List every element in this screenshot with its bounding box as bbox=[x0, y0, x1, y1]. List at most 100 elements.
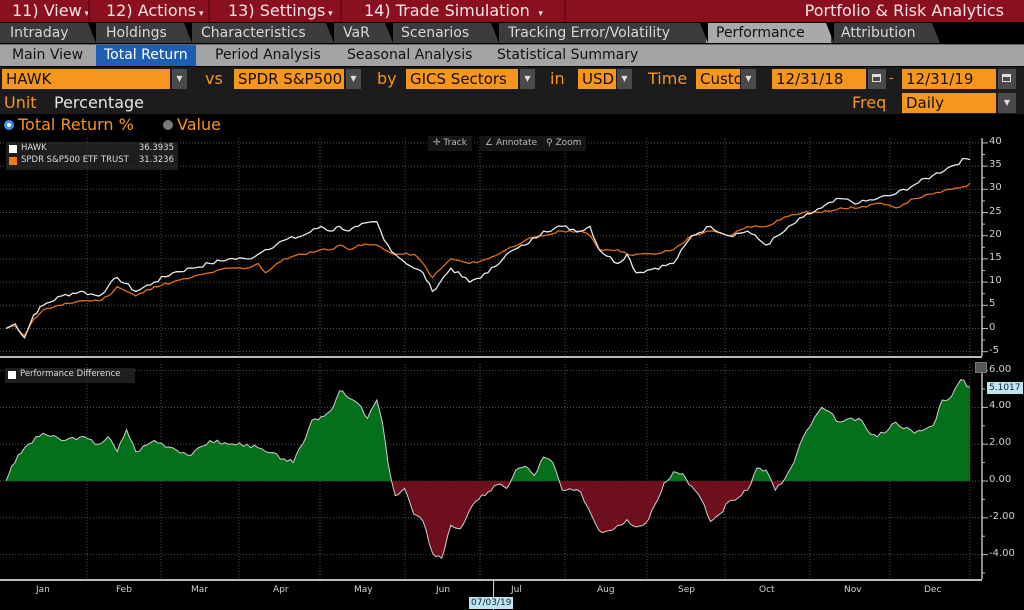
zoom-button[interactable]: ⚲ Zoom bbox=[541, 136, 587, 151]
portfolio-dropdown-button[interactable]: ▼ bbox=[172, 69, 187, 89]
spdr-legend-swatch bbox=[9, 157, 17, 165]
track-button[interactable]: ✛ Track bbox=[428, 136, 472, 151]
menu-separator bbox=[564, 0, 566, 22]
y-tick-label: 20 bbox=[989, 228, 1002, 240]
currency-dropdown-button[interactable]: ▼ bbox=[617, 69, 632, 89]
crosshair-icon: ✛ bbox=[433, 138, 444, 148]
freq-field[interactable]: Daily bbox=[902, 93, 996, 113]
date-range-separator: - bbox=[889, 71, 894, 86]
tab-bar: Intraday Holdings Characteristics VaR Sc… bbox=[0, 22, 1024, 43]
parameter-bar-2: Unit Percentage Freq Daily ▼ bbox=[0, 92, 1024, 114]
tab-performance[interactable]: Performance bbox=[706, 23, 831, 43]
bottom-chart-legend: Performance Difference bbox=[5, 368, 135, 383]
time-mode-field[interactable]: Custo bbox=[696, 69, 743, 89]
tab-divider bbox=[491, 23, 499, 43]
subtab-period-analysis[interactable]: Period Analysis bbox=[207, 45, 329, 66]
freq-dropdown-button[interactable]: ▼ bbox=[998, 93, 1016, 113]
y-tick-label: 5 bbox=[989, 298, 996, 310]
subtab-total-return[interactable]: Total Return bbox=[96, 45, 196, 66]
y-tick-label: 6.00 bbox=[989, 363, 1012, 375]
zoom-label: Zoom bbox=[555, 138, 582, 148]
unit-value[interactable]: Percentage bbox=[54, 92, 144, 114]
radio-total-return[interactable] bbox=[4, 120, 14, 130]
subtab-bar: Main View Total Return Period Analysis S… bbox=[0, 44, 1024, 66]
y-tick-label: 15 bbox=[989, 251, 1002, 263]
time-mode-dropdown-button[interactable]: ▼ bbox=[741, 69, 756, 89]
tab-scenarios[interactable]: Scenarios bbox=[391, 23, 498, 43]
menu-actions[interactable]: 12) Actions ▾ bbox=[106, 0, 204, 22]
menu-trade-simulation[interactable]: 14) Trade Simulation ▾ bbox=[364, 0, 543, 22]
y-tick-label: 4.00 bbox=[989, 400, 1012, 412]
radio-value[interactable] bbox=[163, 120, 173, 130]
pencil-icon: ∠ bbox=[485, 138, 496, 148]
hawk-legend-label: HAWK bbox=[21, 143, 47, 153]
value-option-label[interactable]: Value bbox=[177, 114, 221, 136]
top-chart-grid bbox=[0, 138, 982, 356]
tab-attribution[interactable]: Attribution bbox=[831, 23, 939, 43]
subtab-statistical-summary[interactable]: Statistical Summary bbox=[489, 45, 646, 66]
time-label: Time bbox=[648, 69, 688, 88]
subtab-main-view[interactable]: Main View bbox=[4, 45, 91, 66]
x-tick-label: Jun bbox=[436, 585, 451, 595]
menu-view-label: 11) View bbox=[12, 1, 82, 20]
y-tick-label: -2.00 bbox=[989, 510, 1015, 522]
app-title: Portfolio & Risk Analytics bbox=[804, 1, 1004, 20]
x-tick-label: Jan bbox=[36, 585, 50, 595]
cursor-date-tag: 07/03/19 bbox=[469, 597, 514, 609]
tab-divider bbox=[826, 23, 834, 43]
performance-difference-swatch bbox=[8, 371, 16, 379]
grouping-dropdown-button[interactable]: ▼ bbox=[520, 69, 535, 89]
tab-holdings[interactable]: Holdings bbox=[96, 23, 191, 43]
view-option-group: Total Return % Value bbox=[0, 114, 1024, 136]
menu-actions-label: 12) Actions bbox=[106, 1, 197, 20]
benchmark-field[interactable]: SPDR S&P500 bbox=[234, 69, 344, 89]
menu-view[interactable]: 11) View ▾ bbox=[12, 0, 89, 22]
y-tick-label: 0 bbox=[989, 321, 996, 333]
tab-tracking-error[interactable]: Tracking Error/Volatility bbox=[498, 23, 706, 43]
chart-area[interactable] bbox=[0, 136, 1024, 610]
x-tick-label: Sep bbox=[678, 585, 695, 595]
menu-settings[interactable]: 13) Settings ▾ bbox=[228, 0, 333, 22]
in-label: in bbox=[550, 69, 565, 88]
x-tick-label: May bbox=[354, 585, 373, 595]
performance-difference-positive-area bbox=[6, 379, 970, 481]
menu-separator bbox=[88, 0, 90, 22]
benchmark-dropdown-button[interactable]: ▼ bbox=[346, 69, 361, 89]
menu-trade-simulation-label: 14) Trade Simulation bbox=[364, 1, 530, 20]
y-tick-label: 40 bbox=[989, 135, 1002, 147]
start-date-calendar-icon[interactable] bbox=[868, 69, 886, 89]
menu-bar: 11) View ▾ 12) Actions ▾ 13) Settings ▾ … bbox=[0, 0, 1024, 22]
vs-label: vs bbox=[205, 69, 223, 88]
end-date-calendar-icon[interactable] bbox=[998, 69, 1016, 89]
x-tick-label: Oct bbox=[759, 585, 775, 595]
unit-label: Unit bbox=[4, 93, 37, 112]
tab-divider bbox=[184, 23, 192, 43]
y-tick-label: 30 bbox=[989, 182, 1002, 194]
total-return-option-label[interactable]: Total Return % bbox=[18, 114, 134, 136]
currency-field[interactable]: USD bbox=[578, 69, 616, 89]
y-tick-label: -4.00 bbox=[989, 547, 1015, 559]
panel-options-icon[interactable] bbox=[975, 362, 987, 373]
y-tick-label: 2.00 bbox=[989, 437, 1012, 449]
menu-separator bbox=[340, 0, 342, 22]
annotate-label: Annotate bbox=[495, 138, 538, 148]
portfolio-field[interactable]: HAWK bbox=[2, 69, 170, 89]
grouping-field[interactable]: GICS Sectors bbox=[406, 69, 518, 89]
y-tick-label: 0.00 bbox=[989, 474, 1012, 485]
tab-var[interactable]: VaR bbox=[333, 23, 391, 43]
track-label: Track bbox=[443, 138, 467, 148]
end-date-field[interactable]: 12/31/19 bbox=[902, 69, 996, 89]
hawk-legend-value: 36.3935 bbox=[138, 143, 174, 153]
tab-intraday[interactable]: Intraday bbox=[0, 23, 96, 43]
x-tick-label: Apr bbox=[273, 585, 289, 595]
start-date-field[interactable]: 12/31/18 bbox=[772, 69, 866, 89]
y-tick-label: 10 bbox=[989, 275, 1002, 287]
y-tick-label: 25 bbox=[989, 205, 1002, 217]
tab-characteristics[interactable]: Characteristics bbox=[191, 23, 333, 43]
x-tick-label: Feb bbox=[116, 585, 132, 595]
hawk-legend-swatch bbox=[9, 145, 17, 153]
top-chart-legend: HAWK 36.3935 SPDR S&P500 ETF TRUST 31.32… bbox=[6, 142, 178, 170]
tab-divider bbox=[700, 23, 708, 43]
subtab-seasonal-analysis[interactable]: Seasonal Analysis bbox=[339, 45, 480, 66]
annotate-button[interactable]: ∠ Annotate bbox=[480, 136, 543, 151]
